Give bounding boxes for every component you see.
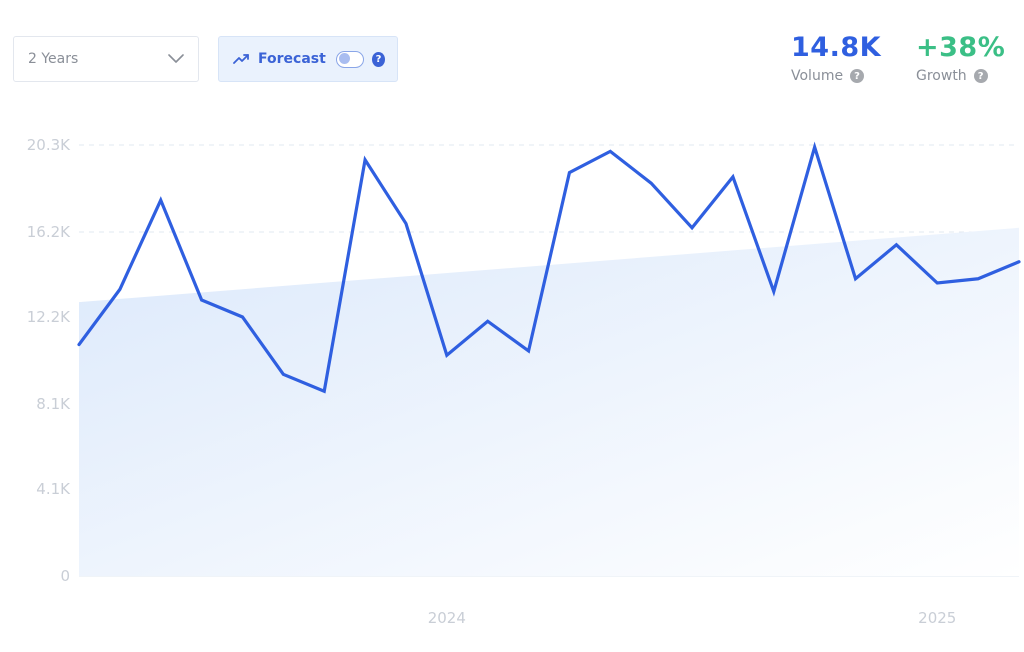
data-point[interactable] <box>524 346 534 356</box>
trend-area <box>79 227 1019 576</box>
y-tick-label: 20.3K <box>27 136 71 154</box>
data-point[interactable] <box>932 278 942 288</box>
data-point[interactable] <box>564 168 574 178</box>
data-point[interactable] <box>646 178 656 188</box>
x-tick-label: 2024 <box>428 609 466 627</box>
data-point[interactable] <box>483 316 493 326</box>
y-tick-label: 0 <box>60 567 70 585</box>
data-point[interactable] <box>156 195 166 205</box>
data-point[interactable] <box>973 274 983 284</box>
data-point[interactable] <box>687 223 697 233</box>
data-point[interactable] <box>891 240 901 250</box>
data-point[interactable] <box>1014 257 1024 267</box>
data-point[interactable] <box>605 146 615 156</box>
y-tick-label: 12.2K <box>27 308 71 326</box>
data-point[interactable] <box>319 386 329 396</box>
x-tick-label: 2025 <box>918 609 956 627</box>
data-point[interactable] <box>115 284 125 294</box>
y-tick-label: 8.1K <box>36 395 71 413</box>
data-point[interactable] <box>728 172 738 182</box>
data-point[interactable] <box>769 286 779 296</box>
data-point[interactable] <box>851 274 861 284</box>
data-point[interactable] <box>810 142 820 152</box>
data-point[interactable] <box>278 369 288 379</box>
data-point[interactable] <box>401 219 411 229</box>
y-tick-label: 4.1K <box>36 480 71 498</box>
volume-line-chart: 0 4.1K 8.1K 12.2K 16.2K 20.3K 2024 2025 <box>27 136 1024 627</box>
data-point[interactable] <box>237 312 247 322</box>
data-point[interactable] <box>442 350 452 360</box>
y-tick-label: 16.2K <box>27 223 71 241</box>
data-point[interactable] <box>74 340 84 350</box>
data-point[interactable] <box>360 155 370 165</box>
data-point[interactable] <box>197 295 207 305</box>
